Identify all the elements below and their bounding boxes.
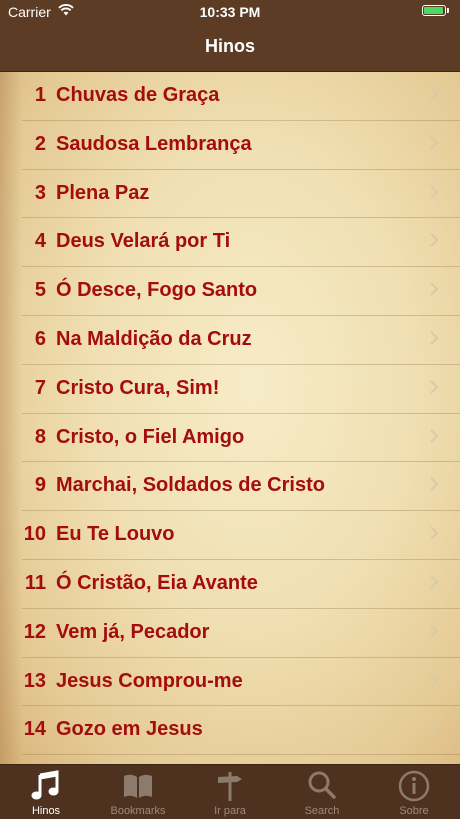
- hymn-number: 5: [34, 279, 46, 302]
- hymn-number: 13: [23, 669, 46, 692]
- chevron-right-icon: [430, 624, 439, 638]
- hymn-list[interactable]: 1 Chuvas de Graça 2 Saudosa Lembrança 3 Plena…: [0, 72, 460, 764]
- hymn-title: Cristo, o Fiel Amigo: [56, 425, 245, 448]
- hymn-number: 1: [34, 84, 46, 106]
- search-icon: [276, 769, 368, 803]
- hymn-title: Jesus Comprou-me: [56, 669, 243, 692]
- chevron-right-icon: [430, 380, 439, 394]
- info-icon: [368, 769, 460, 803]
- row-divider: [22, 754, 460, 756]
- hymn-row[interactable]: 8 Cristo, o Fiel Amigo: [0, 414, 460, 463]
- hymn-title: Gozo em Jesus: [56, 718, 203, 741]
- hymn-row[interactable]: 7 Cristo Cura, Sim!: [0, 365, 460, 414]
- tab-hinos-label: Hinos: [31, 805, 61, 817]
- hymn-number: 4: [34, 230, 46, 253]
- hymn-row[interactable]: 11 Ó Cristão, Eia Avante: [0, 560, 460, 609]
- hymn-title: Saudosa Lembrança: [56, 132, 252, 155]
- hymn-number: 6: [34, 328, 46, 350]
- chevron-right-icon: [430, 428, 439, 443]
- hymn-number: 2: [34, 132, 46, 155]
- hymn-title: Plena Paz: [56, 181, 150, 204]
- hymn-title: Vem já, Pecador: [56, 620, 210, 643]
- hymn-row[interactable]: 5 Ó Desce, Fogo Santo: [0, 267, 460, 316]
- tab-search-label: Search: [304, 805, 340, 817]
- hymn-row[interactable]: 14 Gozo em Jesus: [0, 706, 460, 756]
- navigation-bar: Hinos: [0, 24, 460, 72]
- hymn-row[interactable]: 9 Marchai, Soldados de Cristo: [0, 462, 460, 512]
- hymn-title: Eu Te Louvo: [56, 523, 175, 546]
- hymn-number: 10: [23, 523, 46, 546]
- book-icon: [92, 769, 184, 803]
- chevron-right-icon: [430, 184, 439, 199]
- hymn-row[interactable]: 13 Jesus Comprou-me: [0, 658, 460, 707]
- hymn-row[interactable]: 1 Chuvas de Graça: [0, 72, 460, 121]
- hymn-number: 7: [34, 376, 46, 399]
- chevron-right-icon: [430, 331, 439, 345]
- chevron-right-icon: [430, 136, 439, 150]
- signpost-icon: [184, 769, 276, 803]
- chevron-right-icon: [430, 477, 439, 492]
- hymn-number: 11: [24, 572, 46, 594]
- hymn-number: 8: [34, 425, 46, 448]
- tab-bookmarks-label: Bookmarks: [110, 805, 166, 817]
- hymn-number: 3: [34, 181, 46, 204]
- hymn-title: Ó Desce, Fogo Santo: [56, 279, 258, 302]
- hymn-row[interactable]: 10 Eu Te Louvo: [0, 511, 460, 560]
- chevron-right-icon: [430, 282, 439, 296]
- tab-bar: Hinos Bookmarks Ir para Search Sobre: [0, 764, 460, 819]
- tab-sobre-label: Sobre: [399, 805, 429, 817]
- hymn-row[interactable]: 3 Plena Paz: [0, 170, 460, 219]
- hymn-title: Na Maldição da Cruz: [56, 328, 252, 350]
- hymn-number: 9: [34, 474, 46, 497]
- hymn-title: Ó Cristão, Eia Avante: [56, 572, 258, 594]
- hymn-row[interactable]: 2 Saudosa Lembrança: [0, 121, 460, 170]
- page-title: Hinos: [204, 36, 255, 56]
- chevron-right-icon: [430, 87, 439, 101]
- tab-hinos[interactable]: Hinos: [0, 765, 92, 819]
- hymn-row[interactable]: 4 Deus Velará por Ti: [0, 218, 460, 268]
- tab-ir-para[interactable]: Ir para: [184, 765, 276, 819]
- status-bar: Carrier 10:33 PM: [0, 0, 460, 24]
- hymn-title: Chuvas de Graça: [56, 84, 220, 106]
- tab-sobre[interactable]: Sobre: [368, 765, 460, 819]
- hymn-number: 12: [23, 620, 46, 643]
- hymn-row[interactable]: 6 Na Maldição da Cruz: [0, 316, 460, 365]
- chevron-right-icon: [430, 575, 439, 589]
- music-note-icon: [0, 769, 92, 803]
- hymn-title: Deus Velará por Ti: [56, 230, 231, 253]
- chevron-right-icon: [430, 721, 439, 736]
- chevron-right-icon: [430, 672, 439, 687]
- chevron-right-icon: [430, 526, 439, 540]
- hymn-row[interactable]: 12 Vem já, Pecador: [0, 609, 460, 658]
- tab-search[interactable]: Search: [276, 765, 368, 819]
- hymn-title: Marchai, Soldados de Cristo: [56, 474, 325, 497]
- status-time: 10:33 PM: [199, 4, 261, 20]
- chevron-right-icon: [430, 233, 439, 248]
- tab-bookmarks[interactable]: Bookmarks: [92, 765, 184, 819]
- hymn-number: 14: [23, 718, 46, 741]
- battery-icon: [422, 5, 449, 16]
- hymn-title: Cristo Cura, Sim!: [56, 376, 220, 399]
- tab-ir-para-label: Ir para: [214, 805, 246, 817]
